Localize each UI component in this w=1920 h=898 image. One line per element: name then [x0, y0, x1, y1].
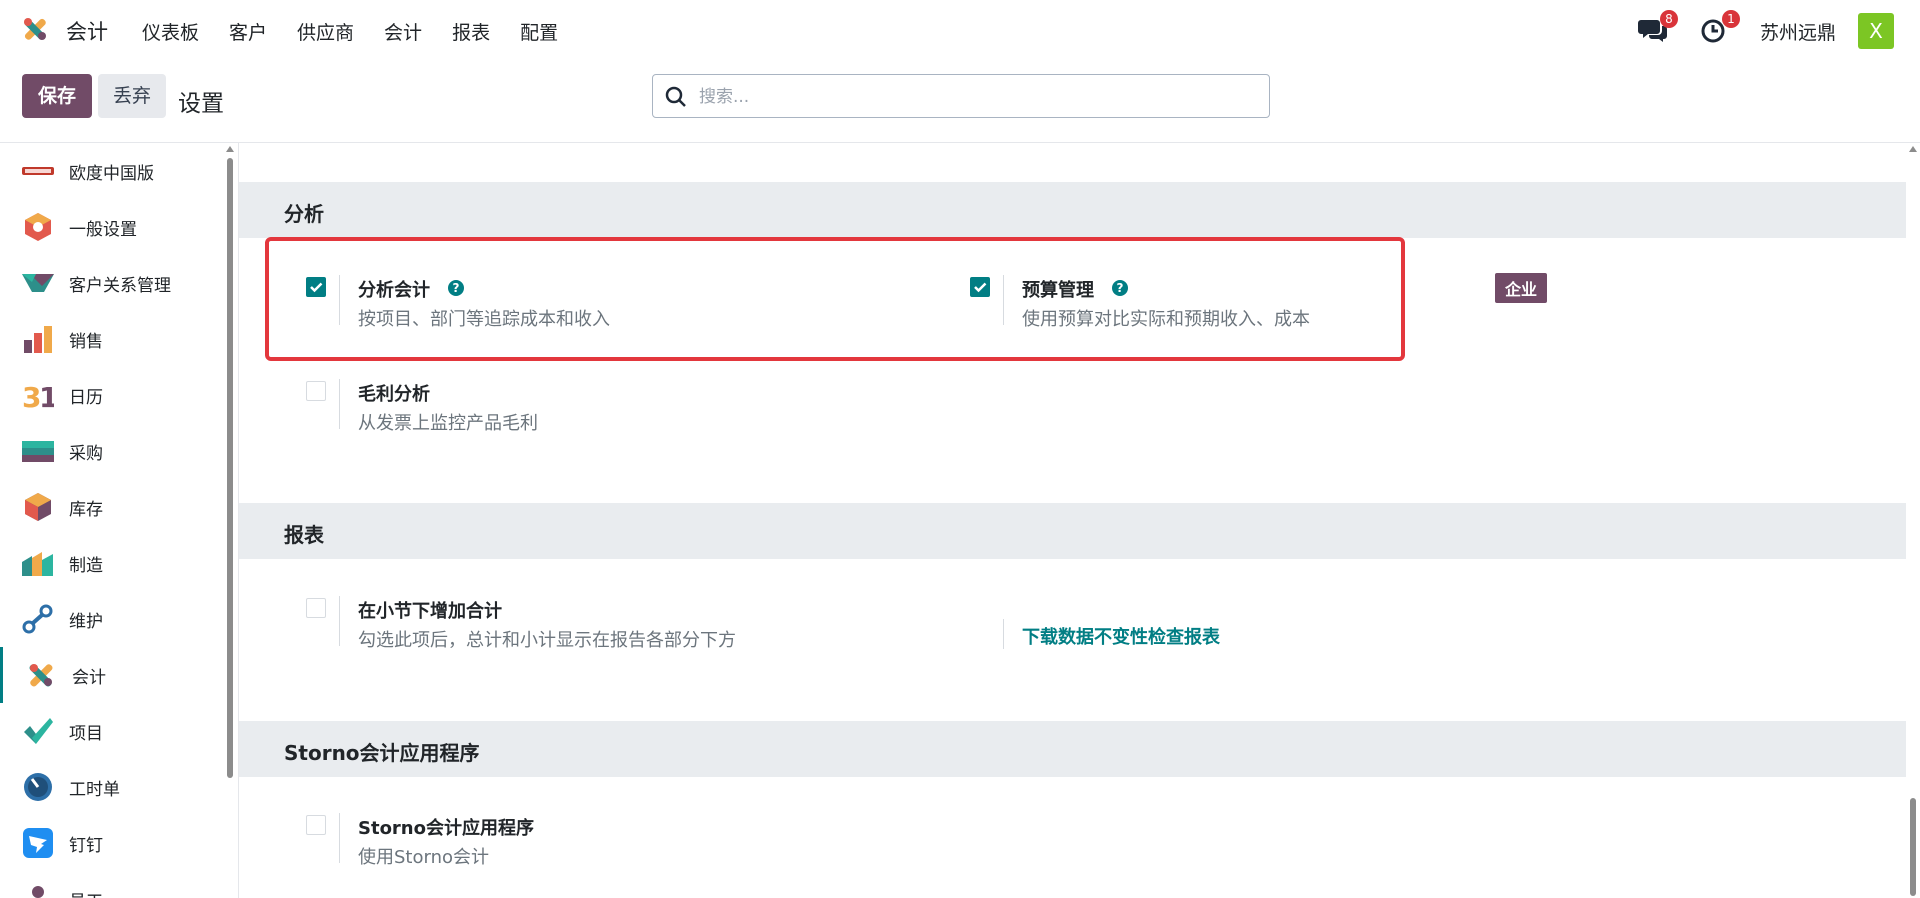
save-button[interactable]: 保存: [22, 74, 92, 118]
menu-vendors[interactable]: 供应商: [297, 18, 354, 45]
sidebar-item-purchase[interactable]: 采购: [0, 423, 226, 479]
main-menu: 仪表板 客户 供应商 会计 报表 配置: [142, 18, 588, 45]
setting-title: 在小节下增加合计: [358, 601, 502, 622]
messages-button[interactable]: 8: [1638, 10, 1678, 46]
setting-title: Storno会计应用程序: [358, 818, 534, 839]
inventory-icon: [25, 493, 51, 521]
sidebar-item-accounting[interactable]: 会计: [0, 647, 229, 703]
sidebar-item-oudu-china[interactable]: 欧度中国版: [0, 143, 226, 199]
setting-description: 从发票上监控产品毛利: [358, 413, 538, 434]
settings-sidebar: 欧度中国版 一般设置 客户关系管理 销售 3 1 日历: [0, 143, 239, 898]
messages-badge: 8: [1660, 10, 1678, 28]
sidebar-item-label: 维护: [69, 612, 103, 632]
svg-text:1: 1: [39, 381, 54, 410]
menu-configuration[interactable]: 配置: [520, 18, 558, 45]
divider: [339, 813, 340, 863]
setting-description: 使用Storno会计: [358, 847, 490, 868]
content-scrollbar[interactable]: [1910, 798, 1916, 896]
enterprise-badge: 企业: [1495, 273, 1548, 303]
manufacturing-icon: [22, 552, 53, 576]
employees-icon: [32, 886, 44, 898]
sidebar-item-label: 会计: [72, 668, 106, 688]
sidebar-item-label: 采购: [69, 444, 103, 464]
sidebar-item-crm[interactable]: 客户关系管理: [0, 255, 226, 311]
setting-title: 毛利分析: [358, 384, 430, 405]
sidebar-scrollbar[interactable]: [227, 158, 233, 778]
section-header-analytics: 分析: [239, 182, 1906, 238]
purchase-icon: [22, 441, 54, 462]
sidebar-item-maintenance[interactable]: 维护: [0, 591, 226, 647]
sales-icon: [24, 326, 52, 353]
calendar-icon: 3 1: [22, 381, 54, 410]
company-switcher[interactable]: 苏州远鼎: [1760, 18, 1836, 45]
sidebar-item-label: 日历: [69, 388, 103, 408]
divider: [1003, 619, 1004, 649]
search-icon: [665, 86, 686, 107]
app-title[interactable]: 会计: [66, 16, 108, 46]
menu-dashboard[interactable]: 仪表板: [142, 18, 199, 45]
general-settings-icon: [25, 213, 51, 241]
sidebar-item-label: 销售: [69, 332, 103, 352]
storno-checkbox[interactable]: [306, 815, 326, 835]
section-header-reports: 报表: [239, 503, 1906, 559]
sidebar-item-timesheet[interactable]: 工时单: [0, 759, 226, 815]
sidebar-item-calendar[interactable]: 3 1 日历: [0, 367, 226, 423]
subtotal-checkbox[interactable]: [306, 598, 326, 618]
timesheet-icon: [24, 773, 52, 801]
project-icon: [24, 718, 53, 744]
section-title: 报表: [284, 523, 324, 547]
search-input[interactable]: [697, 83, 1261, 111]
setting-description: 勾选此项后，总计和小计显示在报告各部分下方: [358, 630, 736, 651]
sidebar-item-inventory[interactable]: 库存: [0, 479, 226, 535]
highlight-box: [265, 237, 1405, 361]
top-navbar: 会计 仪表板 客户 供应商 会计 报表 配置 8 1 苏州远鼎 X: [0, 0, 1920, 62]
oudu-logo-icon: [22, 167, 54, 175]
crm-icon: [22, 274, 54, 292]
sidebar-item-dingtalk[interactable]: 钉钉: [0, 815, 226, 871]
sidebar-item-manufacturing[interactable]: 制造: [0, 535, 226, 591]
discard-button[interactable]: 丢弃: [98, 74, 166, 118]
sidebar-item-label: 员工: [69, 887, 103, 898]
content-scroll-up-arrow[interactable]: [1909, 146, 1917, 152]
sidebar-scroll-up-arrow[interactable]: [226, 146, 234, 152]
sidebar-item-label: 钉钉: [69, 836, 103, 856]
sidebar-item-label: 工时单: [69, 780, 120, 800]
sidebar-item-label: 客户关系管理: [69, 276, 171, 296]
menu-reporting[interactable]: 报表: [452, 18, 490, 45]
menu-accounting[interactable]: 会计: [384, 18, 422, 45]
sidebar-item-label: 制造: [69, 556, 103, 576]
activities-button[interactable]: 1: [1700, 10, 1740, 46]
user-avatar[interactable]: X: [1858, 13, 1894, 49]
accounting-icon: [29, 664, 53, 687]
sidebar-item-general-settings[interactable]: 一般设置: [0, 199, 226, 255]
section-title: Storno会计应用程序: [284, 741, 480, 765]
sidebar-item-label: 欧度中国版: [69, 164, 154, 184]
breadcrumb: 设置: [178, 91, 224, 117]
sidebar-item-label: 一般设置: [69, 220, 137, 240]
sidebar-item-employees[interactable]: 员工: [0, 871, 226, 898]
maintenance-icon: [22, 604, 53, 634]
divider: [339, 379, 340, 429]
sidebar-item-label: 库存: [69, 500, 103, 520]
menu-customers[interactable]: 客户: [229, 18, 267, 45]
accounting-app-logo-icon[interactable]: [20, 14, 50, 44]
dingtalk-icon: [23, 828, 53, 858]
divider: [339, 596, 340, 646]
section-title: 分析: [284, 202, 324, 226]
activities-badge: 1: [1722, 10, 1740, 28]
section-header-storno: Storno会计应用程序: [239, 721, 1906, 777]
sidebar-item-sales[interactable]: 销售: [0, 311, 226, 367]
download-integrity-report-link[interactable]: 下载数据不变性检查报表: [1022, 623, 1220, 649]
sidebar-item-project[interactable]: 项目: [0, 703, 226, 759]
sidebar-item-label: 项目: [69, 724, 103, 744]
margin-analysis-checkbox[interactable]: [306, 381, 326, 401]
search-box: [652, 74, 1270, 118]
